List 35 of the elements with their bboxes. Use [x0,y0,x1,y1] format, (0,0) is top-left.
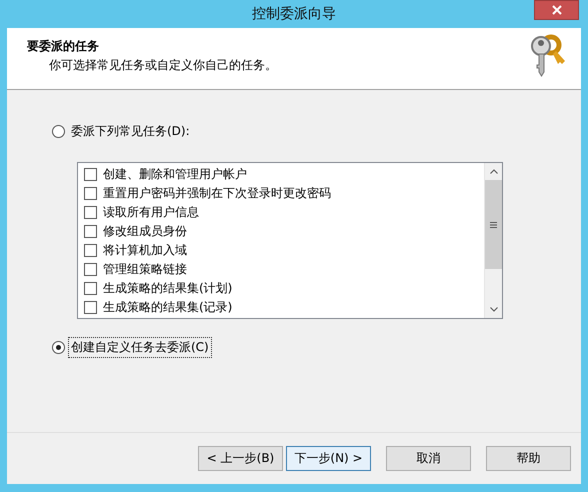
wizard-button[interactable]: 取消 [386,446,471,471]
page-title: 要委派的任务 [27,38,100,55]
grip-icon [490,222,497,228]
wizard-button[interactable]: 下一步(N) > [286,446,371,471]
checkbox[interactable] [84,206,97,219]
close-icon [552,5,562,15]
task-label: 生成策略的结果集(计划) [103,280,232,297]
checkbox[interactable] [84,301,97,314]
close-button[interactable] [534,0,579,20]
task-label: 修改组成员身份 [103,223,187,240]
caret-down-icon [490,307,498,312]
checkbox[interactable] [84,225,97,238]
page-subtitle: 你可选择常见任务或自定义你自己的任务。 [48,57,277,74]
task-label: 将计算机加入域 [103,242,187,259]
keys-icon [529,34,567,78]
window-title: 控制委派向导 [252,5,336,23]
checkbox[interactable] [84,168,97,181]
checkbox[interactable] [84,187,97,200]
scrollbar[interactable] [484,163,502,318]
radio-button[interactable] [52,124,65,138]
wizard-button[interactable]: 帮助 [486,446,571,471]
option-label: 创建自定义任务去委派(C) [69,338,211,356]
task-label: 创建、删除和管理用户帐户 [103,166,247,183]
option-label: 委派下列常见任务(D): [70,122,191,140]
task-label: 生成策略的结果集(记录) [103,299,232,316]
task-label: 读取所有用户信息 [103,204,199,221]
checkbox[interactable] [84,244,97,257]
checkbox[interactable] [84,282,97,295]
radio-button[interactable] [52,340,65,354]
scroll-thumb[interactable] [485,180,502,269]
wizard-button[interactable]: < 上一步(B) [198,446,283,471]
task-label: 管理组策略链接 [103,261,187,278]
caret-up-icon [490,169,498,174]
checkbox[interactable] [84,263,97,276]
task-label: 重置用户密码并强制在下次登录时更改密码 [103,185,331,202]
